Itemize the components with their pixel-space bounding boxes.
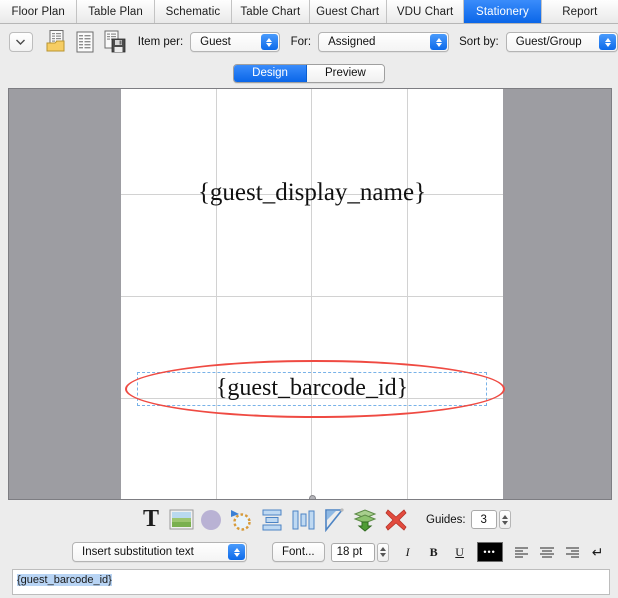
stationery-designer-window: Floor Plan Table Plan Schematic Table Ch… xyxy=(0,0,618,598)
font-size-value: 18 pt xyxy=(336,546,363,558)
tab-guest-chart[interactable]: Guest Chart xyxy=(309,0,387,23)
tab-table-plan[interactable]: Table Plan xyxy=(77,0,155,23)
underline-label: U xyxy=(455,544,464,559)
guest-barcode-id-field[interactable]: {guest_barcode_id} xyxy=(121,375,503,402)
sort-by-value: Guest/Group xyxy=(515,36,582,48)
align-right-icon[interactable] xyxy=(562,542,582,562)
preview-label: Preview xyxy=(324,67,366,79)
font-size-input[interactable]: 18 pt xyxy=(330,542,375,562)
document-toolbar: Item per: Guest For: Assigned Sort by: G… xyxy=(0,24,618,60)
align-left-icon[interactable] xyxy=(512,542,532,562)
for-label: For: xyxy=(290,36,312,48)
guides-value: 3 xyxy=(480,513,487,526)
send-to-back-icon[interactable] xyxy=(350,506,380,534)
sort-by-label: Sort by: xyxy=(459,36,499,48)
stationery-page[interactable]: {guest_display_name} {guest_barcode_id} xyxy=(121,89,505,499)
tab-design[interactable]: Design xyxy=(234,64,307,82)
view-mode-switcher: Design Preview xyxy=(0,62,618,84)
object-tool-bar: T Guides: 3 xyxy=(0,501,618,538)
item-per-value: Guest xyxy=(200,36,231,48)
tab-label: Report xyxy=(562,5,598,18)
chevron-updown-icon xyxy=(228,544,245,560)
font-button[interactable]: Font... xyxy=(272,542,325,562)
flip-tool-icon[interactable] xyxy=(320,506,350,534)
delete-tool-icon[interactable] xyxy=(380,506,412,534)
text-format-bar: Insert substitution text Font... 18 pt I… xyxy=(0,538,618,566)
vertical-guide xyxy=(216,89,217,499)
new-document-icon[interactable] xyxy=(74,29,100,55)
design-label: Design xyxy=(252,67,288,79)
rotate-tool-icon[interactable] xyxy=(226,506,256,534)
line-return-icon[interactable]: ↵ xyxy=(588,542,608,562)
tab-label: Table Chart xyxy=(240,5,301,18)
tab-table-chart[interactable]: Table Chart xyxy=(232,0,310,23)
tab-label: Stationery xyxy=(476,5,529,18)
align-center-icon[interactable] xyxy=(537,542,557,562)
guest-display-name-field[interactable]: {guest_display_name} xyxy=(121,179,503,207)
item-per-dropdown[interactable]: Guest xyxy=(190,32,280,52)
tab-label: Schematic xyxy=(165,5,221,18)
chevron-updown-icon xyxy=(260,34,278,50)
document-action-icons xyxy=(45,29,129,55)
tab-stationery[interactable]: Stationery xyxy=(464,0,542,23)
chevron-updown-icon xyxy=(430,34,448,50)
for-dropdown[interactable]: Assigned xyxy=(318,32,450,52)
canvas-resize-handle[interactable] xyxy=(309,495,316,499)
image-tool-icon[interactable] xyxy=(166,506,196,534)
save-document-icon[interactable] xyxy=(103,29,129,55)
font-size-stepper[interactable] xyxy=(376,542,389,562)
guides-label: Guides: xyxy=(426,513,466,526)
tab-preview[interactable]: Preview xyxy=(306,64,384,82)
field-source-input[interactable]: {guest_barcode_id} xyxy=(12,569,610,595)
tab-schematic[interactable]: Schematic xyxy=(154,0,233,23)
main-tab-bar: Floor Plan Table Plan Schematic Table Ch… xyxy=(0,0,618,24)
chevron-updown-icon xyxy=(599,34,616,50)
sort-by-dropdown[interactable]: Guest/Group xyxy=(505,32,618,52)
wrap-glyph: ↵ xyxy=(591,543,604,560)
bold-label: B xyxy=(429,544,438,559)
tab-label: Guest Chart xyxy=(316,5,380,18)
text-tool-icon[interactable]: T xyxy=(136,506,166,534)
italic-label: I xyxy=(405,544,410,559)
design-canvas[interactable]: {guest_display_name} {guest_barcode_id} xyxy=(8,88,612,500)
field-source-value: {guest_barcode_id} xyxy=(17,574,112,586)
item-per-label: Item per: xyxy=(137,36,184,48)
substitution-value: Insert substitution text xyxy=(82,546,194,558)
underline-button[interactable]: U xyxy=(450,542,470,562)
guides-stepper[interactable] xyxy=(498,510,511,529)
horizontal-guide xyxy=(121,296,503,297)
vertical-guide xyxy=(311,89,312,499)
text-tool-glyph: T xyxy=(142,506,159,532)
shape-circle-tool-icon[interactable] xyxy=(196,506,226,534)
substitution-text-dropdown[interactable]: Insert substitution text xyxy=(72,542,247,562)
align-distribute-vertical-icon[interactable] xyxy=(256,506,288,534)
color-well-label: ••• xyxy=(483,547,496,557)
for-value: Assigned xyxy=(328,36,376,48)
tab-floor-plan[interactable]: Floor Plan xyxy=(0,0,78,23)
chevron-down-icon[interactable] xyxy=(9,32,33,52)
tab-label: Table Plan xyxy=(88,5,143,18)
font-button-label: Font... xyxy=(282,546,315,558)
tab-label: Floor Plan xyxy=(11,5,65,18)
guides-input[interactable]: 3 xyxy=(470,510,497,529)
vertical-guide xyxy=(407,89,408,499)
align-distribute-horizontal-icon[interactable] xyxy=(288,506,320,534)
tab-label: VDU Chart xyxy=(396,5,454,18)
bold-button[interactable]: B xyxy=(424,542,444,562)
text-color-well[interactable]: ••• xyxy=(476,542,503,562)
open-document-icon[interactable] xyxy=(45,29,71,55)
tab-vdu-chart[interactable]: VDU Chart xyxy=(386,0,465,23)
italic-button[interactable]: I xyxy=(398,542,418,562)
tab-report[interactable]: Report xyxy=(541,0,618,23)
